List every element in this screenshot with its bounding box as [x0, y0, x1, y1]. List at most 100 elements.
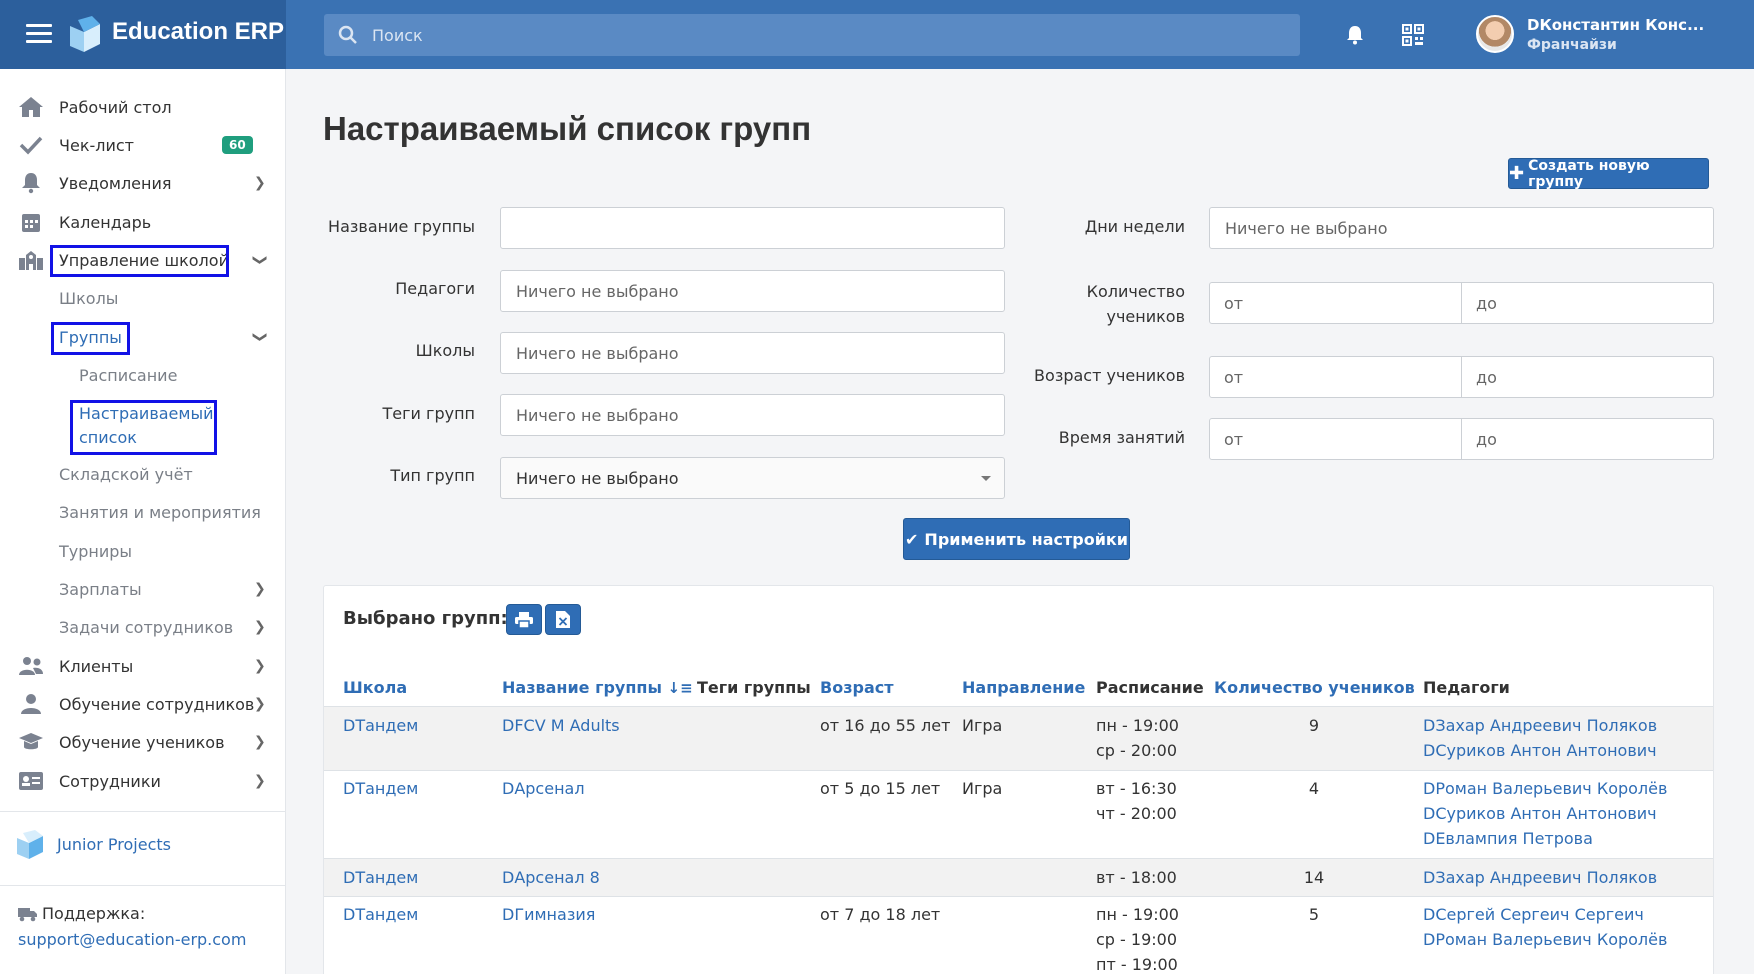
user-graduate-icon [21, 694, 41, 714]
chevron-right-icon: ❯ [254, 175, 266, 191]
students-count-to[interactable]: до [1462, 283, 1713, 323]
students-count-from[interactable]: от [1210, 283, 1462, 323]
sidebar-item-schedule[interactable]: Расписание [0, 358, 286, 392]
check-icon [19, 136, 43, 155]
export-excel-button[interactable] [545, 604, 581, 635]
search-icon [338, 25, 357, 44]
sidebar-item-salaries[interactable]: Зарплаты ❯ [0, 572, 286, 606]
weekdays-select[interactable]: Ничего не выбрано [1209, 207, 1714, 249]
group-name-input[interactable] [500, 207, 1005, 249]
column-header-students-count[interactable]: Количество учеников [1214, 678, 1415, 697]
lesson-time-from[interactable]: от [1210, 419, 1462, 459]
schedule-entry: пт - 19:00 [1096, 955, 1178, 974]
sidebar-item-lessons-events[interactable]: Занятия и мероприятия [0, 495, 286, 529]
sidebar-item-clients[interactable]: Клиенты ❯ [0, 649, 286, 683]
teachers-label: Педагоги [395, 279, 475, 298]
students-age-from[interactable]: от [1210, 357, 1462, 397]
sidebar-item-tournaments[interactable]: Турниры [0, 534, 286, 568]
row-teachers: DЗахар Андреевич Поляков [1423, 865, 1657, 890]
column-header-direction[interactable]: Направление [962, 678, 1085, 697]
schedule-entry: вт - 18:00 [1096, 868, 1177, 887]
create-group-label: Создать новую группу [1528, 157, 1650, 190]
teacher-link[interactable]: DЗахар Андреевич Поляков [1423, 865, 1657, 890]
sidebar-item-checklist[interactable]: Чек-лист 60 [0, 128, 286, 162]
sidebar-item-employee-tasks[interactable]: Задачи сотрудников ❯ [0, 610, 286, 644]
students-count-label-line2: учеников [1106, 307, 1185, 326]
lesson-time-to[interactable]: до [1462, 419, 1713, 459]
row-count: 14 [1303, 868, 1325, 887]
sidebar-item-schools[interactable]: Школы [0, 281, 286, 315]
tags-select[interactable]: Ничего не выбрано [500, 394, 1005, 436]
students-age-to[interactable]: до [1462, 357, 1713, 397]
row-school-link[interactable]: DТандем [343, 776, 418, 801]
sidebar-item-notifications[interactable]: Уведомления ❯ [0, 166, 286, 200]
junior-projects-label: Junior Projects [57, 834, 171, 854]
sidebar-item-label: Складской учёт [59, 464, 193, 484]
sidebar-item-warehouse[interactable]: Складской учёт [0, 457, 286, 491]
junior-projects-link[interactable]: Junior Projects [16, 826, 286, 862]
teacher-link[interactable]: DРоман Валерьевич Королёв [1423, 776, 1667, 801]
row-teachers: DЗахар Андреевич Поляков DСуриков Антон … [1423, 713, 1657, 763]
sidebar-item-label: Обучение сотрудников [59, 694, 255, 714]
teacher-link[interactable]: DСергей Сергеич Сергеич [1423, 902, 1667, 927]
lesson-time-range: от до [1209, 418, 1714, 460]
menu-icon[interactable] [26, 24, 52, 44]
plus-icon: ✚ [1509, 163, 1525, 184]
students-count-range: от до [1209, 282, 1714, 324]
sidebar-item-label: Турниры [59, 541, 133, 561]
type-label: Тип групп [390, 466, 475, 485]
logo-icon [70, 16, 100, 52]
sidebar-item-label: Календарь [59, 212, 152, 232]
column-header-group-name[interactable]: Название группы ↓≡ [502, 678, 693, 697]
sidebar-item-student-training[interactable]: Обучение учеников ❯ [0, 725, 286, 759]
sidebar-item-groups[interactable]: Группы ❯ [0, 320, 286, 354]
bell-icon [22, 173, 40, 194]
row-school-link[interactable]: DТандем [343, 713, 418, 738]
avatar[interactable] [1476, 15, 1514, 53]
column-header-school[interactable]: Школа [343, 678, 407, 697]
users-icon [19, 657, 43, 675]
create-group-button[interactable]: ✚ Создать новую группу [1508, 157, 1709, 190]
sidebar-item-label: Обучение учеников [59, 732, 225, 752]
teacher-link[interactable]: DСуриков Антон Антонович [1423, 801, 1667, 826]
sidebar-item-staff-training[interactable]: Обучение сотрудников ❯ [0, 687, 286, 721]
sidebar-item-dashboard[interactable]: Рабочий стол [0, 90, 286, 124]
support-label-text: Поддержка: [42, 904, 146, 923]
print-button[interactable] [506, 604, 542, 635]
type-dropdown[interactable]: Ничего не выбрано [500, 457, 1005, 499]
teachers-select[interactable]: Ничего не выбрано [500, 270, 1005, 312]
teacher-link[interactable]: DСуриков Антон Антонович [1423, 738, 1657, 763]
selected-count: Выбрано групп: 6 [343, 608, 527, 629]
lesson-time-label: Время занятий [1058, 428, 1185, 447]
row-group-link[interactable]: DАрсенал 8 [502, 865, 600, 890]
row-school-link[interactable]: DТандем [343, 902, 418, 927]
teacher-link[interactable]: DЕвлампия Петрова [1423, 826, 1667, 851]
bell-icon[interactable] [1344, 24, 1366, 46]
sidebar-item-label: Расписание [79, 365, 178, 385]
brand-name[interactable]: Education ERP [112, 18, 284, 46]
column-header-age[interactable]: Возраст [820, 678, 894, 697]
support-email-link[interactable]: support@education-erp.com [18, 930, 246, 949]
type-dropdown-value: Ничего не выбрано [516, 468, 679, 488]
teacher-link[interactable]: DЗахар Андреевич Поляков [1423, 713, 1657, 738]
row-teachers: DСергей Сергеич Сергеич DРоман Валерьеви… [1423, 902, 1667, 952]
sidebar-item-label: Сотрудники [59, 771, 161, 791]
user-name[interactable]: DКонстантин Конс... [1527, 16, 1704, 34]
row-group-link[interactable]: DГимназия [502, 902, 595, 927]
row-schedule: пн - 19:00 ср - 20:00 [1096, 713, 1179, 763]
search-input[interactable] [372, 25, 1272, 45]
apply-settings-button[interactable]: ✔ Применить настройки [903, 518, 1130, 560]
teacher-link[interactable]: DРоман Валерьевич Королёв [1423, 927, 1667, 952]
top-bar: Education ERP DКонстантин Конс... Франча… [0, 0, 1754, 69]
column-header-tags: Теги группы [697, 678, 811, 697]
qr-code-icon[interactable] [1402, 24, 1424, 46]
row-group-link[interactable]: DFCV M Adults [502, 713, 620, 738]
row-school-link[interactable]: DТандем [343, 865, 418, 890]
schedule-entry: вт - 16:30 [1096, 779, 1177, 798]
row-group-link[interactable]: DАрсенал [502, 776, 585, 801]
schedule-entry: ср - 19:00 [1096, 930, 1178, 949]
sidebar-item-calendar[interactable]: Календарь [0, 205, 286, 239]
schools-select[interactable]: Ничего не выбрано [500, 332, 1005, 374]
search-bar[interactable] [324, 14, 1300, 56]
sidebar-item-employees[interactable]: Сотрудники ❯ [0, 764, 286, 798]
